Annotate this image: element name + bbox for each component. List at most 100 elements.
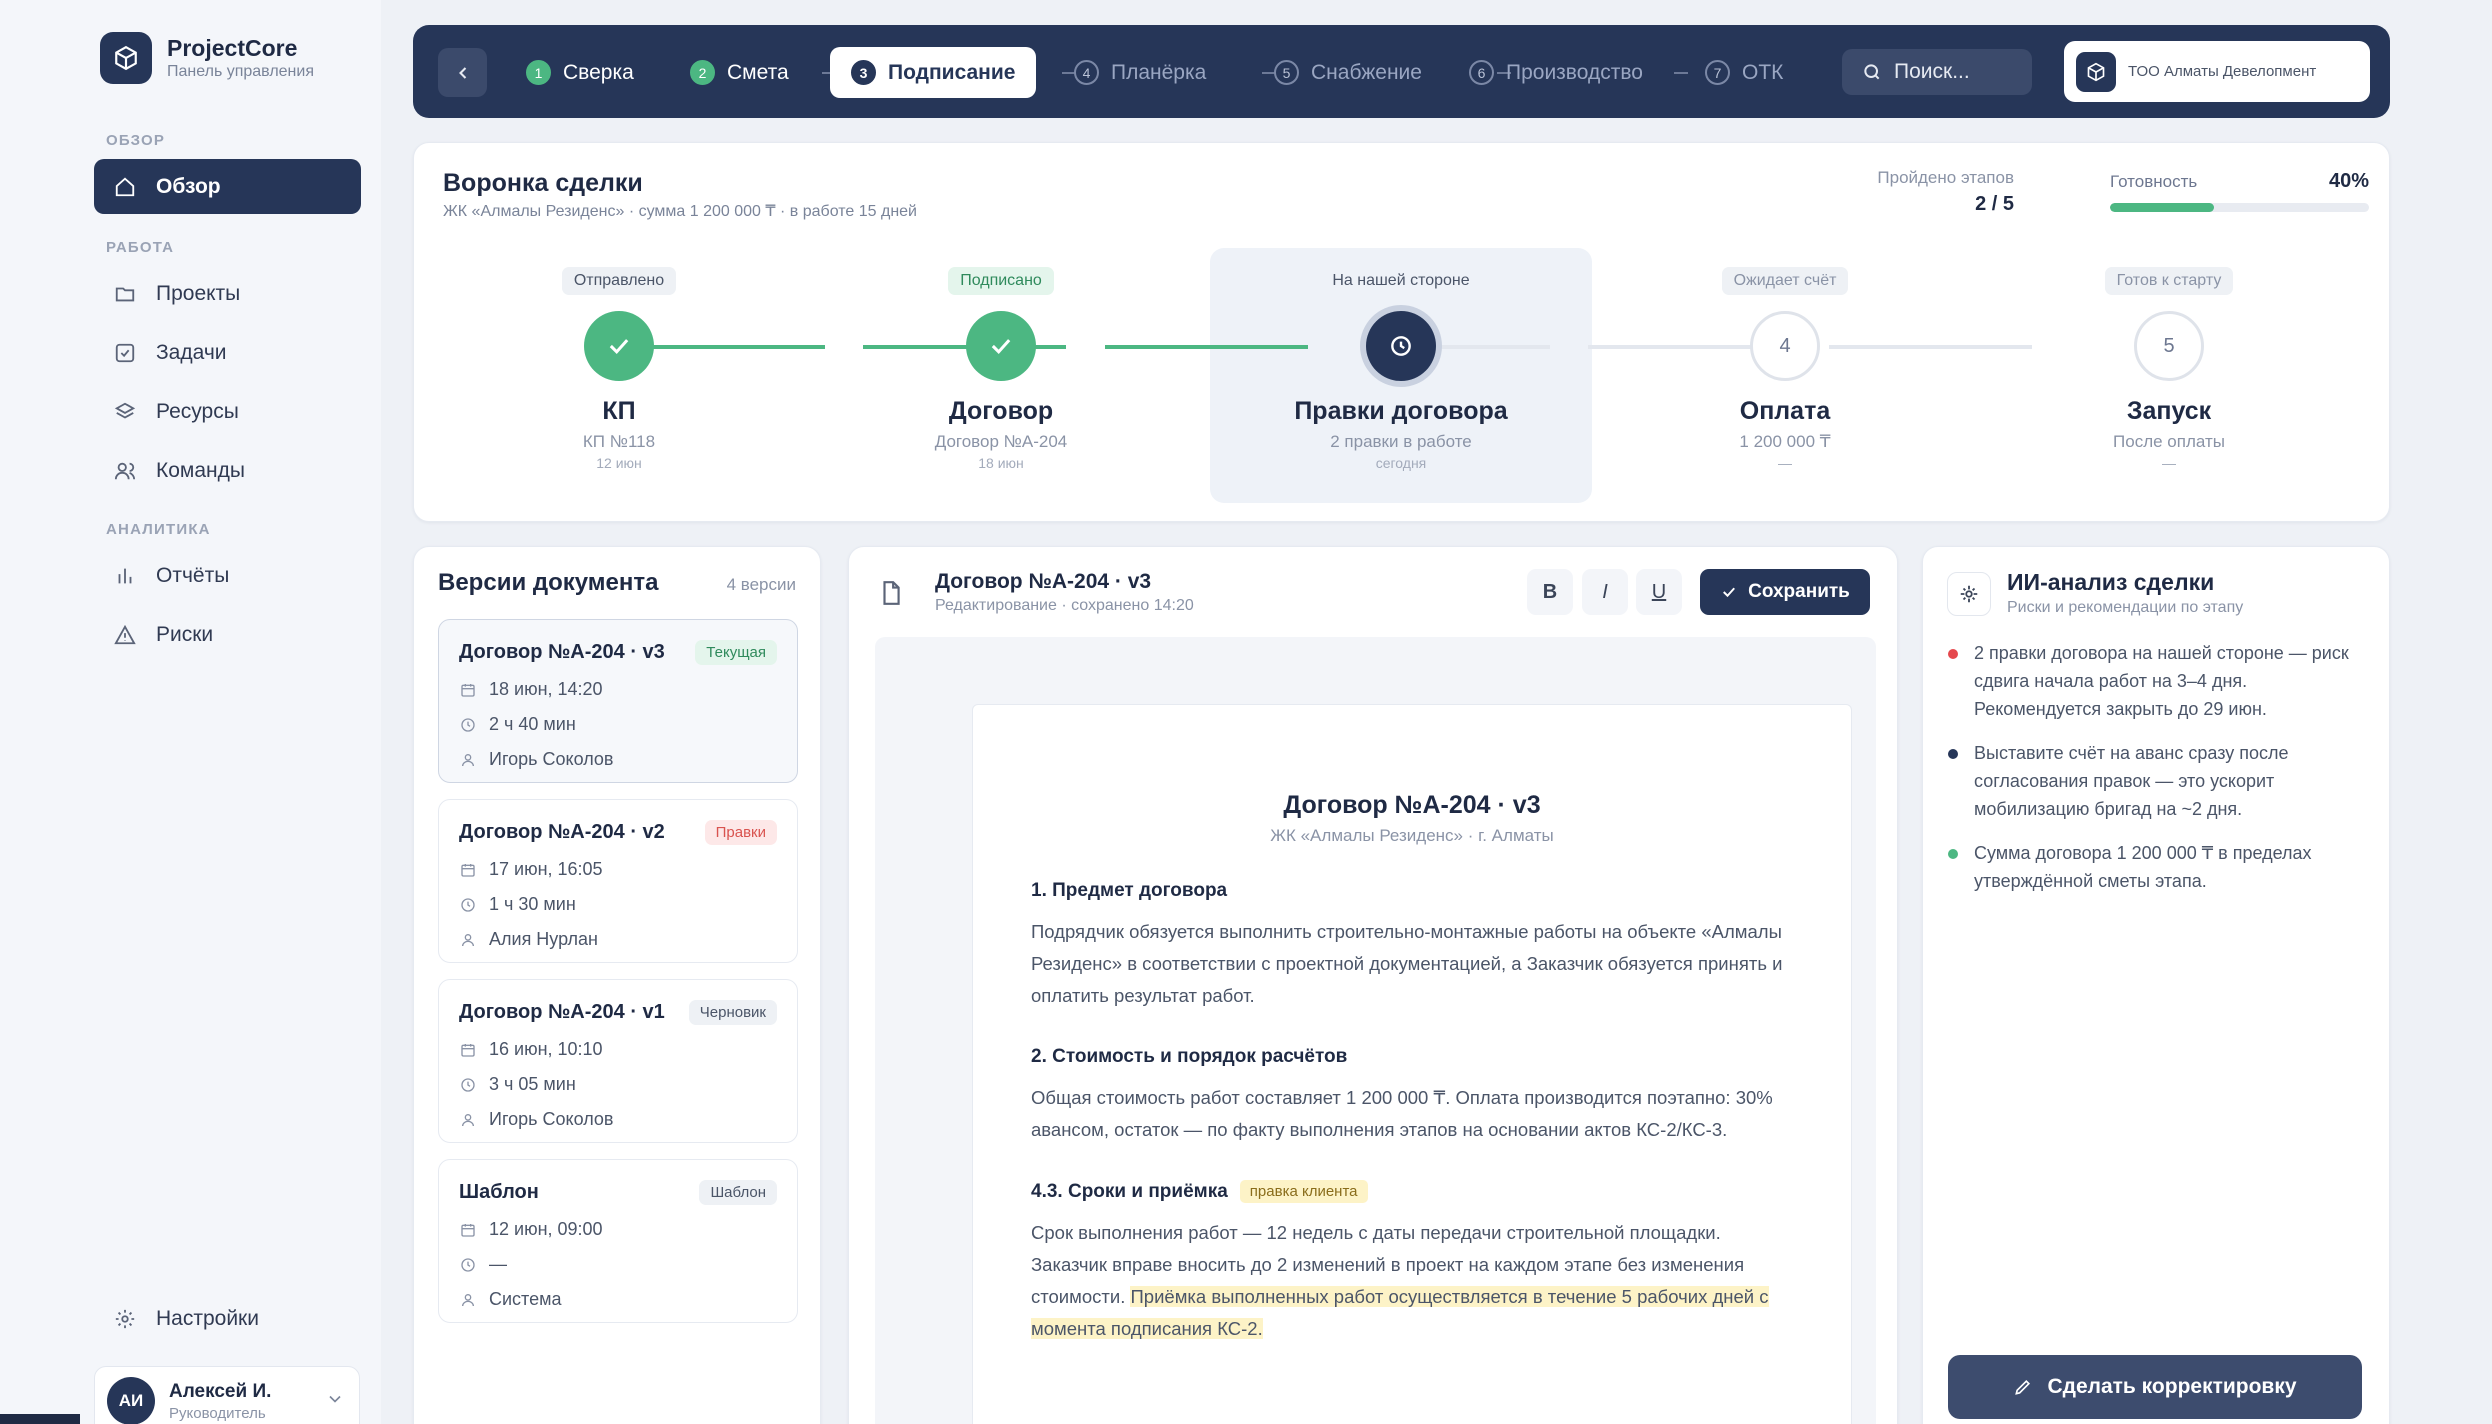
search-icon (1862, 62, 1882, 82)
bold-button[interactable]: B (1527, 569, 1573, 615)
version-status-badge: Правки (704, 820, 777, 845)
stage-date: 18 июн (978, 455, 1024, 471)
version-card-v3[interactable]: Договор №А-204 · v3 Текущая 18 июн, 14:20… (438, 619, 798, 783)
document-page[interactable]: Договор №А-204 · v3 ЖК «Алмалы Резиденс»… (972, 704, 1852, 1424)
user-icon (459, 751, 477, 769)
step-signing[interactable]: 3 Подписание (830, 47, 1037, 98)
sidebar-item-overview[interactable]: Обзор (94, 159, 361, 214)
version-duration: 1 ч 30 мин (489, 894, 576, 914)
user-role: Руководитель (169, 1404, 266, 1422)
italic-button[interactable]: I (1582, 569, 1628, 615)
stage-detail: 2 правки в работе (1330, 432, 1472, 451)
sidebar-item-label: Проекты (156, 281, 241, 305)
step-estimate[interactable]: 2 Смета (690, 47, 789, 98)
version-date: 16 июн, 10:10 (489, 1039, 603, 1059)
versions-title: Версии документа (438, 569, 659, 596)
organization-switcher[interactable]: ТОО Алматы Девелопмент (2064, 41, 2370, 102)
step-label: Смета (727, 60, 789, 84)
funnel-stage-proposal[interactable]: Отправлено КП КП №118 12 июн (428, 267, 810, 471)
sidebar-item-risks[interactable]: Риски (94, 607, 361, 662)
readiness-label: Готовность (2110, 172, 2198, 191)
step-supply[interactable]: 5 Снабжение (1274, 47, 1422, 98)
sidebar-item-label: Риски (156, 622, 214, 646)
doc-highlighted-text[interactable]: Приёмка выполненных работ осуществляется… (1031, 1286, 1769, 1339)
make-correction-button[interactable]: Сделать корректировку (1948, 1355, 2362, 1419)
sidebar-item-label: Задачи (156, 340, 227, 364)
version-author: Алия Нурлан (489, 929, 598, 949)
sidebar-item-tasks[interactable]: Задачи (94, 325, 361, 380)
brand[interactable]: ProjectCore Панель управления (100, 32, 314, 84)
layers-icon (112, 399, 138, 425)
sidebar-item-resources[interactable]: Ресурсы (94, 384, 361, 439)
version-date: 18 июн, 14:20 (489, 679, 603, 699)
version-author: Игорь Соколов (489, 749, 614, 769)
section-label-analytics: АНАЛИТИКА (106, 521, 211, 538)
step-qc[interactable]: 7 ОТК (1705, 47, 1783, 98)
sidebar-item-teams[interactable]: Команды (94, 443, 361, 498)
save-button[interactable]: Сохранить (1700, 569, 1870, 615)
stage-date: 12 июн (596, 455, 642, 471)
taskbar-edge (0, 1414, 80, 1424)
sidebar-item-label: Ресурсы (156, 399, 239, 423)
doc-title: Договор №А-204 · v3 (1283, 791, 1541, 819)
clock-icon (459, 1256, 477, 1274)
version-title: Договор №А-204 · v3 (459, 641, 665, 663)
calendar-icon (459, 1041, 477, 1059)
version-card-v2[interactable]: Договор №А-204 · v2 Правки 17 июн, 16:05 … (438, 799, 798, 963)
version-author: Игорь Соколов (489, 1109, 614, 1129)
step-planning[interactable]: 4 Планёрка (1074, 47, 1206, 98)
ai-insight-text: 2 правки договора на нашей стороне — рис… (1974, 643, 2349, 719)
doc-section-title: 4.3. Сроки и приёмка (1031, 1180, 1228, 1202)
version-status-badge: Черновик (688, 1000, 777, 1025)
ai-analysis-panel: ИИ-анализ сделки Риски и рекомендации по… (1922, 546, 2390, 1424)
stage-date: сегодня (1375, 455, 1427, 471)
step-label: Планёрка (1111, 60, 1207, 84)
version-card-template[interactable]: Шаблон Шаблон 12 июн, 09:00 — Система (438, 1159, 798, 1323)
stage-name: КП (602, 397, 636, 425)
stage-date: — (2162, 455, 2176, 471)
document-icon (873, 575, 909, 611)
readiness-value: 40% (2328, 170, 2369, 192)
user-menu[interactable]: АИ Алексей И. Руководитель (94, 1366, 360, 1424)
funnel-stage-payment[interactable]: Ожидает счёт 4 Оплата 1 200 000 ₸ — (1594, 267, 1976, 471)
editor-canvas[interactable]: Договор №А-204 · v3 ЖК «Алмалы Резиденс»… (875, 637, 1876, 1424)
user-icon (459, 1291, 477, 1309)
version-status-badge: Шаблон (699, 1180, 777, 1205)
make-correction-label: Сделать корректировку (2047, 1375, 2297, 1398)
funnel-stage-contract[interactable]: Подписано Договор Договор №А-204 18 июн (810, 267, 1192, 471)
doc-subtitle: ЖК «Алмалы Резиденс» · г. Алматы (1270, 826, 1554, 845)
funnel-stage-launch[interactable]: Готов к старту 5 Запуск После оплаты — (1978, 267, 2360, 471)
sidebar-item-projects[interactable]: Проекты (94, 266, 361, 321)
back-button[interactable] (438, 48, 487, 97)
folder-icon (112, 281, 138, 307)
doc-section-title: 1. Предмет договора (1031, 880, 1228, 901)
brand-name: ProjectCore (167, 35, 298, 61)
stage-badge: Ожидает счёт (1721, 267, 1849, 295)
versions-count: 4 версии (726, 575, 796, 594)
version-duration: 2 ч 40 мин (489, 714, 576, 734)
step-label: Производство (1506, 60, 1643, 84)
version-title: Шаблон (459, 1181, 539, 1203)
client-edit-tag: правка клиента (1239, 1180, 1368, 1203)
stage-date: — (1778, 455, 1792, 471)
sidebar-item-label: Настройки (156, 1306, 259, 1330)
step-number: 7 (1705, 60, 1730, 85)
stage-detail: После оплаты (2113, 432, 2225, 451)
funnel-stage-contract-edits[interactable]: На нашей стороне Правки договора 2 правк… (1210, 267, 1592, 471)
organization-name: ТОО Алматы Девелопмент (2128, 63, 2317, 80)
sidebar-item-settings[interactable]: Настройки (94, 1291, 361, 1346)
clock-icon (1366, 311, 1436, 381)
stage-name: Правки договора (1294, 397, 1508, 425)
clock-icon (459, 896, 477, 914)
sidebar-item-reports[interactable]: Отчёты (94, 548, 361, 603)
clock-icon (459, 716, 477, 734)
step-production[interactable]: 6 Производство (1469, 47, 1643, 98)
step-reconciliation[interactable]: 1 Сверка (526, 47, 634, 98)
version-card-v1[interactable]: Договор №А-204 · v1 Черновик 16 июн, 10:1… (438, 979, 798, 1143)
search-input[interactable]: Поиск... (1842, 49, 2032, 95)
brand-subtitle: Панель управления (167, 63, 314, 80)
check-icon (584, 311, 654, 381)
process-stepper: 1 Сверка 2 Смета 3 Подписание 4 Планёрка… (413, 25, 2390, 118)
sidebar-item-label: Обзор (156, 174, 221, 198)
underline-button[interactable]: U (1636, 569, 1682, 615)
